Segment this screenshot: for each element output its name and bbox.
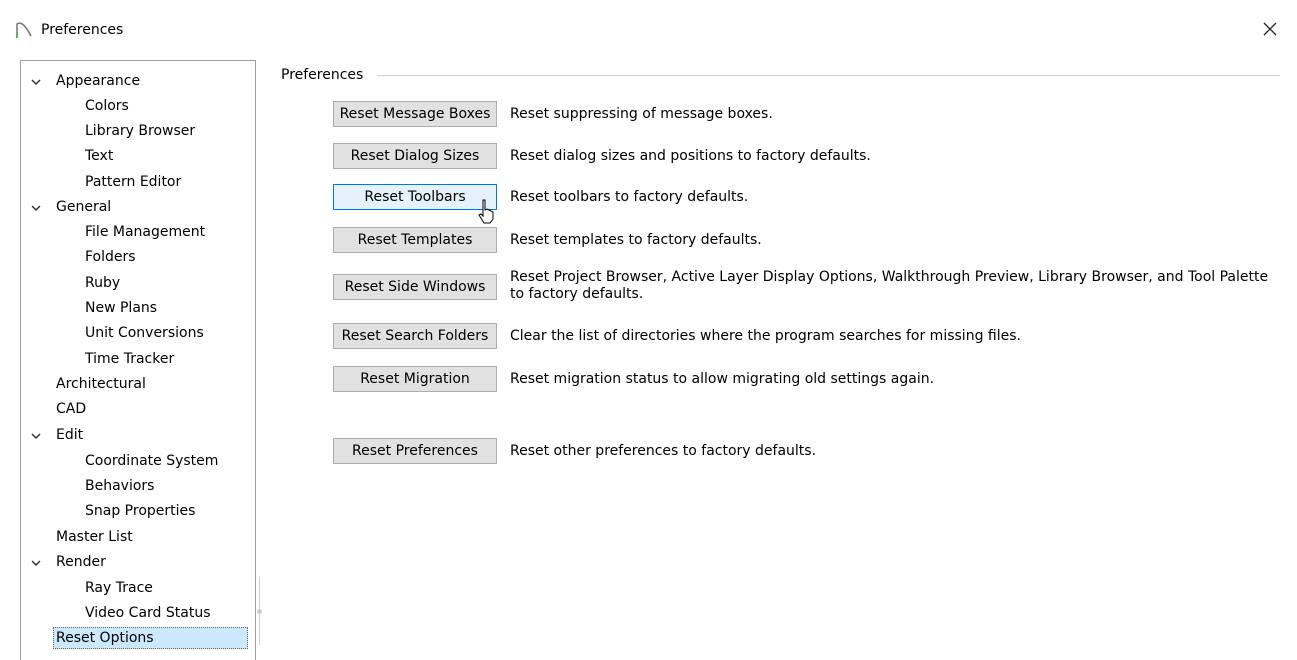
tree-item-label: Folders xyxy=(85,249,136,265)
reset-search-folders-description: Clear the list of directories where the … xyxy=(510,328,1021,344)
close-icon xyxy=(1263,22,1277,36)
tree-item-ruby[interactable]: Ruby xyxy=(85,271,120,295)
chevron-down-icon[interactable] xyxy=(30,430,42,442)
tree-item-coordinate-system[interactable]: Coordinate System xyxy=(85,449,218,473)
tree-item-label: CAD xyxy=(56,401,87,417)
tree-item-pattern-editor[interactable]: Pattern Editor xyxy=(85,170,181,194)
tree-item-label: Text xyxy=(85,148,114,164)
tree-item-label: Master List xyxy=(56,529,133,545)
reset-side-windows-description: Reset Project Browser, Active Layer Disp… xyxy=(510,269,1269,302)
reset-toolbars-description: Reset toolbars to factory defaults. xyxy=(510,189,749,205)
tree-item-label: Video Card Status xyxy=(85,605,211,621)
reset-side-windows-button[interactable]: Reset Side Windows xyxy=(333,274,497,300)
tree-item-label: Reset Options xyxy=(53,627,248,649)
tree-item-architectural[interactable]: Architectural xyxy=(56,372,146,396)
tree-item-appearance[interactable]: Appearance xyxy=(31,69,141,93)
tree-item-label: Render xyxy=(56,554,106,570)
reset-preferences-description: Reset other preferences to factory defau… xyxy=(510,443,817,459)
chevron-down-icon[interactable] xyxy=(30,202,42,214)
tree-item-label: Time Tracker xyxy=(85,351,175,367)
group-title: Preferences xyxy=(281,67,364,83)
chevron-down-icon[interactable] xyxy=(30,557,42,569)
tree-item-label: Behaviors xyxy=(85,478,155,494)
reset-message-boxes-description: Reset suppressing of message boxes. xyxy=(510,106,773,122)
tree-item-label: Ray Trace xyxy=(85,580,153,596)
reset-dialog-sizes-button[interactable]: Reset Dialog Sizes xyxy=(333,143,497,169)
tree-item-snap-properties[interactable]: Snap Properties xyxy=(85,499,195,523)
reset-preferences-button[interactable]: Reset Preferences xyxy=(333,438,497,464)
tree-item-label: Pattern Editor xyxy=(85,174,182,190)
close-button[interactable] xyxy=(1255,15,1285,43)
tree-item-label: Appearance xyxy=(56,73,141,89)
mouse-pointer-icon xyxy=(478,199,494,224)
tree-item-new-plans[interactable]: New Plans xyxy=(85,296,157,320)
app-logo-icon xyxy=(16,22,32,38)
tree-item-label: File Management xyxy=(85,224,206,240)
splitter-grip[interactable] xyxy=(257,609,262,614)
tree-item-label: Library Browser xyxy=(85,123,196,139)
tree-item-ray-trace[interactable]: Ray Trace xyxy=(85,576,153,600)
tree-item-general[interactable]: General xyxy=(31,195,112,219)
chevron-down-icon[interactable] xyxy=(30,76,42,88)
tree-item-edit[interactable]: Edit xyxy=(31,423,84,447)
tree-item-unit-conversions[interactable]: Unit Conversions xyxy=(85,321,204,345)
tree-item-master-list[interactable]: Master List xyxy=(56,525,133,549)
tree-item-render[interactable]: Render xyxy=(31,550,106,574)
tree-item-label: Edit xyxy=(56,427,84,443)
tree-item-folders[interactable]: Folders xyxy=(85,245,136,269)
tree-item-cad[interactable]: CAD xyxy=(56,397,86,421)
window-title: Preferences xyxy=(41,22,124,38)
tree-item-text[interactable]: Text xyxy=(85,144,113,168)
reset-message-boxes-button[interactable]: Reset Message Boxes xyxy=(333,101,497,127)
tree-item-file-management[interactable]: File Management xyxy=(85,220,205,244)
reset-dialog-sizes-description: Reset dialog sizes and positions to fact… xyxy=(510,148,871,164)
group-divider xyxy=(377,75,1280,76)
reset-search-folders-button[interactable]: Reset Search Folders xyxy=(333,323,497,349)
tree-item-label: Snap Properties xyxy=(85,503,196,519)
category-tree[interactable]: Appearance Colors Library Browser Text P… xyxy=(20,60,256,660)
tree-item-colors[interactable]: Colors xyxy=(85,94,129,118)
tree-item-label: Architectural xyxy=(56,376,146,392)
tree-item-reset-options[interactable]: Reset Options xyxy=(53,626,248,650)
tree-item-label: Ruby xyxy=(85,275,121,291)
reset-templates-description: Reset templates to factory defaults. xyxy=(510,232,762,248)
reset-templates-button[interactable]: Reset Templates xyxy=(333,227,497,253)
reset-toolbars-button[interactable]: Reset Toolbars xyxy=(333,184,497,210)
tree-item-label: New Plans xyxy=(85,300,158,316)
preferences-dialog: Preferences Appearance Colors Library Br… xyxy=(0,0,1297,660)
tree-item-label: General xyxy=(56,199,112,215)
tree-item-library-browser[interactable]: Library Browser xyxy=(85,119,195,143)
tree-item-video-card-status[interactable]: Video Card Status xyxy=(85,601,211,625)
tree-item-label: Coordinate System xyxy=(85,453,219,469)
title-bar: Preferences xyxy=(0,0,1297,56)
tree-item-time-tracker[interactable]: Time Tracker xyxy=(85,347,174,371)
tree-item-behaviors[interactable]: Behaviors xyxy=(85,474,154,498)
tree-item-label: Unit Conversions xyxy=(85,325,204,341)
tree-item-label: Colors xyxy=(85,98,129,114)
reset-migration-description: Reset migration status to allow migratin… xyxy=(510,371,935,387)
reset-migration-button[interactable]: Reset Migration xyxy=(333,366,497,392)
